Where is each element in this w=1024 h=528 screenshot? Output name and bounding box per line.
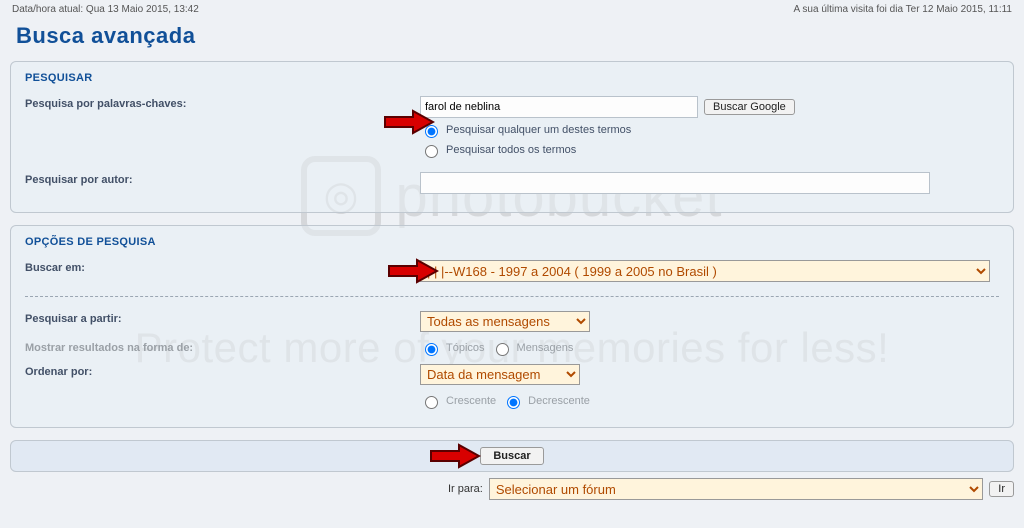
dir-desc-radio[interactable] (507, 396, 520, 409)
author-input[interactable] (420, 172, 930, 194)
display-as-topics-radio[interactable] (425, 343, 438, 356)
dir-asc-radio[interactable] (425, 396, 438, 409)
submit-bar (10, 440, 1014, 472)
sort-select[interactable]: Data da mensagem (420, 364, 580, 385)
search-panel: PESQUISAR Pesquisa por palavras-chaves: … (10, 61, 1014, 213)
dir-asc-option[interactable]: Crescente (420, 393, 496, 409)
author-label: Pesquisar por autor: (25, 172, 420, 186)
term-mode-any-radio[interactable] (425, 125, 438, 138)
jump-to-select[interactable]: Selecionar um fórum (489, 478, 983, 500)
search-in-select[interactable]: | | |--W168 - 1997 a 2004 ( 1999 a 2005 … (420, 260, 990, 282)
hint-arrow-icon (429, 443, 481, 469)
divider (25, 296, 999, 297)
options-panel: OPÇÕES DE PESQUISA Buscar em: | | |--W16… (10, 225, 1014, 428)
sort-label: Ordenar por: (25, 364, 420, 378)
since-select[interactable]: Todas as mensagens (420, 311, 590, 332)
search-in-label: Buscar em: (25, 260, 420, 274)
search-panel-header: PESQUISAR (25, 72, 999, 84)
search-button[interactable] (480, 447, 543, 465)
display-as-posts-radio[interactable] (496, 343, 509, 356)
keywords-label: Pesquisa por palavras-chaves: (25, 96, 420, 110)
current-datetime: Data/hora atual: Qua 13 Maio 2015, 13:42 (12, 4, 199, 15)
jump-to-row: Ir para: Selecionar um fórum (10, 478, 1014, 500)
display-as-topics-option[interactable]: Tópicos (420, 340, 485, 356)
last-visit-datetime: A sua última visita foi dia Ter 12 Maio … (794, 4, 1012, 15)
display-as-label: Mostrar resultados na forma de: (25, 340, 420, 354)
term-mode-any-option[interactable]: Pesquisar qualquer um destes termos (420, 122, 999, 138)
dir-desc-option[interactable]: Decrescente (502, 393, 590, 409)
search-google-button[interactable] (704, 99, 795, 115)
display-as-posts-option[interactable]: Mensagens (491, 340, 574, 356)
jump-to-label: Ir para: (448, 483, 483, 495)
term-mode-all-radio[interactable] (425, 145, 438, 158)
keywords-input[interactable] (420, 96, 698, 118)
status-bar: Data/hora atual: Qua 13 Maio 2015, 13:42… (10, 4, 1014, 23)
page-title: Busca avançada (16, 23, 1014, 49)
jump-go-button[interactable] (989, 481, 1014, 497)
options-panel-header: OPÇÕES DE PESQUISA (25, 236, 999, 248)
since-label: Pesquisar a partir: (25, 311, 420, 325)
term-mode-all-option[interactable]: Pesquisar todos os termos (420, 142, 999, 158)
